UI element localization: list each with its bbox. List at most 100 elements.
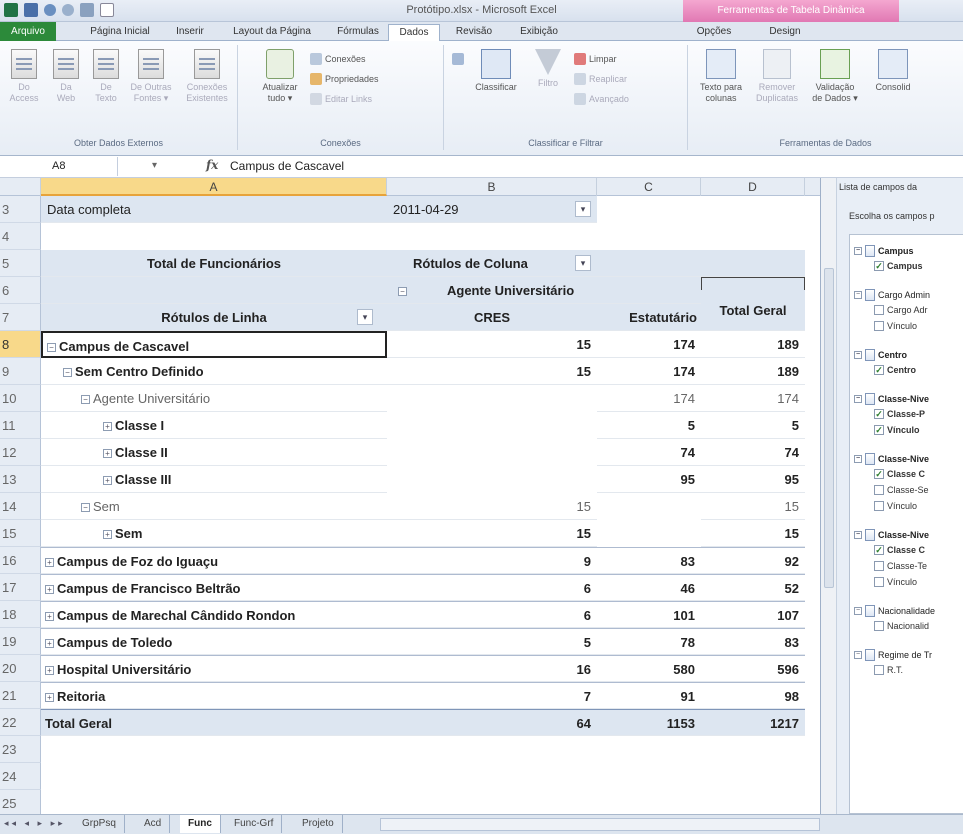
field-checkbox-item[interactable]: Classe-Te xyxy=(874,561,927,571)
row-header[interactable]: 4 xyxy=(0,223,41,250)
collapse-icon[interactable]: − xyxy=(81,503,90,512)
pivot-value-cell[interactable]: 16 xyxy=(387,655,597,682)
pivot-row-item[interactable]: − Campus de Cascavel xyxy=(41,331,387,358)
field-group[interactable]: − Campus xyxy=(854,245,914,257)
collapse-icon[interactable]: − xyxy=(854,531,862,539)
grand-total-cell[interactable]: 1217 xyxy=(701,709,805,736)
column-header-c[interactable]: C xyxy=(597,178,701,196)
horizontal-scrollbar[interactable] xyxy=(380,818,820,831)
row-header[interactable]: 22 xyxy=(0,709,41,736)
pivot-value-cell[interactable]: 52 xyxy=(701,574,805,601)
text-to-columns-button[interactable]: Texto para colunas xyxy=(694,49,748,104)
row-header[interactable]: 6 xyxy=(0,277,41,304)
row-header[interactable]: 18 xyxy=(0,601,41,628)
grand-total-cell[interactable]: 64 xyxy=(387,709,597,736)
row-header[interactable]: 11 xyxy=(0,412,41,439)
collapse-button[interactable]: − xyxy=(398,277,410,304)
pivot-value-cell[interactable]: 92 xyxy=(701,547,805,574)
consolidate-button[interactable]: Consolid xyxy=(866,49,920,93)
advanced-filter-button[interactable]: Avançado xyxy=(574,93,629,105)
row-header[interactable]: 16 xyxy=(0,547,41,574)
existing-connections-button[interactable]: Conexões Existentes xyxy=(180,49,234,104)
column-subheader[interactable]: CRES xyxy=(387,304,597,331)
reapply-button[interactable]: Reaplicar xyxy=(574,73,627,85)
pivot-value-cell[interactable]: 5 xyxy=(701,412,805,439)
tab-options[interactable]: Opções xyxy=(690,24,738,41)
pivot-value-cell[interactable]: 7 xyxy=(387,682,597,709)
expand-icon[interactable]: + xyxy=(45,639,54,648)
checkbox-checked-icon[interactable]: ✓ xyxy=(874,545,884,555)
edit-links-button[interactable]: Editar Links xyxy=(310,93,372,105)
row-header[interactable]: 14 xyxy=(0,493,41,520)
pivot-value-cell[interactable]: 6 xyxy=(387,574,597,601)
pivot-value-cell[interactable]: 5 xyxy=(387,628,597,655)
field-checkbox-item[interactable]: Vínculo xyxy=(874,577,917,587)
pivot-row-item[interactable]: − Sem Centro Definido xyxy=(41,358,387,385)
column-header-b[interactable]: B xyxy=(387,178,597,196)
pivot-value-cell[interactable]: 95 xyxy=(701,466,805,493)
page-filter-label[interactable]: Data completa xyxy=(41,196,387,223)
sheet-tab[interactable]: Projeto xyxy=(294,815,343,833)
pivot-row-item[interactable]: − Agente Universitário xyxy=(41,385,387,412)
collapse-icon[interactable]: − xyxy=(854,607,862,615)
checkbox-icon[interactable] xyxy=(874,577,884,587)
field-group[interactable]: − Centro xyxy=(854,349,907,361)
expand-icon[interactable]: + xyxy=(103,476,112,485)
remove-duplicates-button[interactable]: Remover Duplicatas xyxy=(752,49,802,104)
row-header[interactable]: 13 xyxy=(0,466,41,493)
row-header[interactable]: 8 xyxy=(0,331,41,358)
grand-total-label[interactable]: Total Geral xyxy=(41,709,387,736)
formula-input[interactable]: Campus de Cascavel xyxy=(230,159,344,173)
checkbox-icon[interactable] xyxy=(874,321,884,331)
pivot-row-item[interactable]: + Sem xyxy=(41,520,387,547)
tab-insert[interactable]: Inserir xyxy=(168,24,212,41)
sheet-tab-active[interactable]: Func xyxy=(180,815,221,833)
expand-icon[interactable]: + xyxy=(45,666,54,675)
collapse-icon[interactable]: − xyxy=(854,395,862,403)
field-checkbox-item[interactable]: ✓ Centro xyxy=(874,365,916,375)
pivot-row-item[interactable]: + Classe I xyxy=(41,412,387,439)
data-validation-button[interactable]: Validação de Dados ▾ xyxy=(808,49,862,104)
field-checkbox-item[interactable]: Classe-Se xyxy=(874,485,929,495)
collapse-icon[interactable]: − xyxy=(854,351,862,359)
collapse-icon[interactable]: − xyxy=(854,651,862,659)
pivot-row-item[interactable]: + Campus de Foz do Iguaçu xyxy=(41,547,387,574)
pivot-value-cell[interactable]: 9 xyxy=(387,547,597,574)
collapse-icon[interactable]: − xyxy=(854,291,862,299)
pivot-row-item[interactable]: + Campus de Marechal Cândido Rondon xyxy=(41,601,387,628)
column-header-a[interactable]: A xyxy=(41,178,387,196)
clear-filter-button[interactable]: Limpar xyxy=(574,53,617,65)
grand-total-header[interactable]: Total Geral xyxy=(701,290,805,331)
column-field-item[interactable]: Agente Universitário xyxy=(447,277,647,304)
pivot-value-cell[interactable]: 174 xyxy=(597,358,701,385)
tab-view[interactable]: Exibição xyxy=(510,24,568,41)
row-labels-header[interactable]: Rótulos de Linha xyxy=(41,304,387,331)
expand-icon[interactable]: + xyxy=(103,449,112,458)
field-group[interactable]: − Classe-Nive xyxy=(854,393,929,405)
pivot-value-header[interactable]: Total de Funcionários xyxy=(41,250,387,277)
checkbox-checked-icon[interactable]: ✓ xyxy=(874,469,884,479)
field-checkbox-item[interactable]: Nacionalid xyxy=(874,621,929,631)
row-header[interactable]: 10 xyxy=(0,385,41,412)
checkbox-checked-icon[interactable]: ✓ xyxy=(874,409,884,419)
field-group[interactable]: − Nacionalidade xyxy=(854,605,935,617)
tab-home[interactable]: Página Inicial xyxy=(84,24,156,41)
pivot-value-cell[interactable]: 15 xyxy=(387,493,597,520)
field-checkbox-item[interactable]: ✓ Vínculo xyxy=(874,425,920,435)
tab-formulas[interactable]: Fórmulas xyxy=(330,24,386,41)
pivot-value-cell[interactable]: 107 xyxy=(701,601,805,628)
checkbox-icon[interactable] xyxy=(874,621,884,631)
connections-button[interactable]: Conexões xyxy=(310,53,366,65)
pivot-value-cell[interactable]: 189 xyxy=(701,358,805,385)
pivot-value-cell[interactable]: 101 xyxy=(597,601,701,628)
column-labels-header[interactable]: Rótulos de Coluna xyxy=(413,250,583,277)
name-box[interactable]: A8 xyxy=(0,157,118,176)
checkbox-icon[interactable] xyxy=(874,561,884,571)
field-group[interactable]: − Regime de Tr xyxy=(854,649,932,661)
name-box-dropdown-icon[interactable]: ▾ xyxy=(152,160,157,171)
expand-icon[interactable]: + xyxy=(103,530,112,539)
filter-button[interactable]: Filtro xyxy=(528,49,568,89)
field-checkbox-item[interactable]: ✓ Classe-P xyxy=(874,409,925,419)
from-text-button[interactable]: De Texto xyxy=(88,49,124,104)
pivot-row-item[interactable]: + Hospital Universitário xyxy=(41,655,387,682)
